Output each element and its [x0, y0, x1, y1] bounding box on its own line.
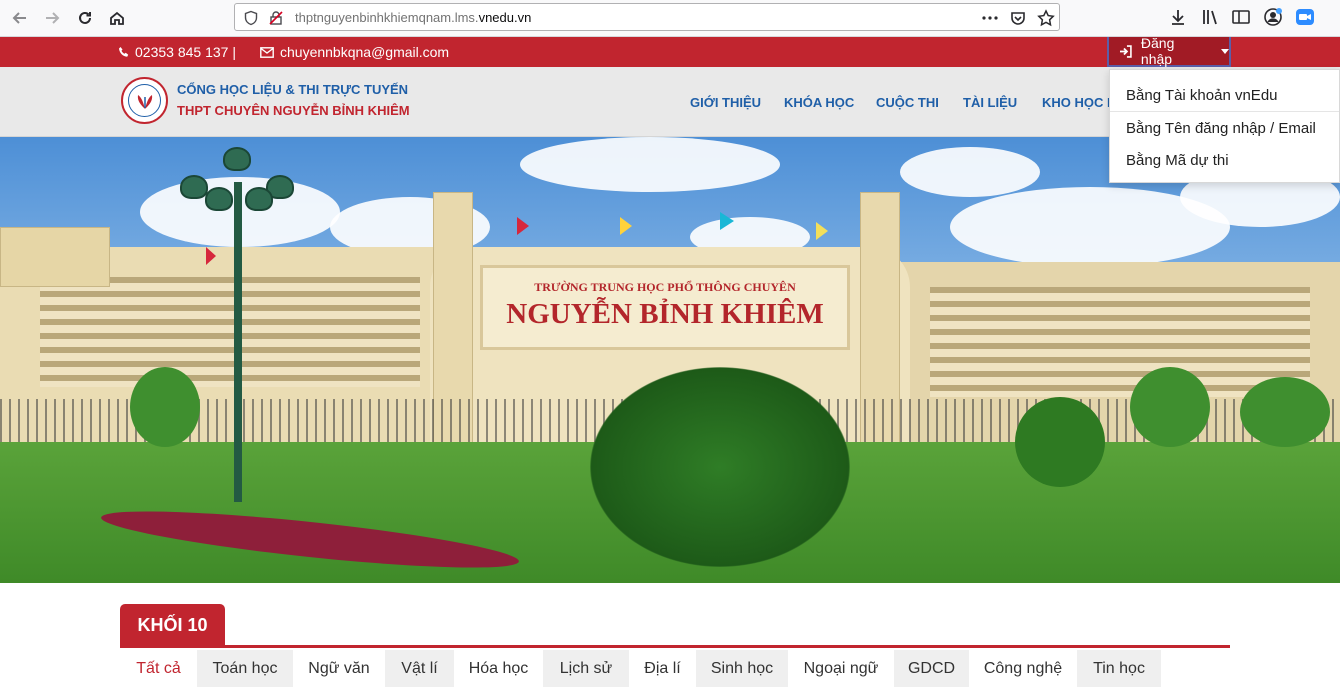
subject-tab-tin-hoc[interactable]: Tin học: [1077, 650, 1161, 687]
email-contact[interactable]: chuyennbkqna@gmail.com: [260, 44, 449, 60]
subject-tab-dia-li[interactable]: Địa lí: [629, 650, 696, 687]
sidebar-icon[interactable]: [1231, 7, 1251, 27]
phone-text: 02353 845 137 |: [135, 44, 236, 60]
brand-title[interactable]: CỔNG HỌC LIỆU & THI TRỰC TUYẾN: [177, 82, 408, 97]
back-icon[interactable]: [6, 4, 34, 32]
forward-icon[interactable]: [38, 4, 66, 32]
phone-icon: [119, 47, 129, 57]
url-bar[interactable]: thptnguyenbinhkhiemqnam.lms.vnedu.vn: [234, 3, 1060, 31]
subject-tab-gdcd[interactable]: GDCD: [894, 650, 969, 687]
envelope-icon: [260, 46, 274, 58]
nav-kho-hoc-lieu[interactable]: KHO HỌC LI: [1042, 95, 1119, 110]
url-text: thptnguyenbinhkhiemqnam.lms.vnedu.vn: [295, 10, 532, 25]
pocket-icon[interactable]: [1009, 9, 1027, 27]
subject-tab-all[interactable]: Tất cả: [120, 650, 197, 687]
subject-tab-sinh-hoc[interactable]: Sinh học: [696, 650, 788, 687]
shield-icon[interactable]: [243, 10, 259, 26]
nav-khoa-hoc[interactable]: KHÓA HỌC: [784, 95, 854, 110]
library-icon[interactable]: [1200, 7, 1220, 27]
download-icon[interactable]: [1168, 7, 1188, 27]
nav-cuoc-thi[interactable]: CUỘC THI: [876, 95, 939, 110]
grade-divider: [120, 645, 1230, 648]
subject-tab-ngu-van[interactable]: Ngữ văn: [293, 650, 385, 687]
login-button[interactable]: Đăng nhập: [1107, 35, 1231, 67]
login-option-vnedu[interactable]: Bằng Tài khoản vnEdu: [1126, 87, 1278, 104]
brand-subtitle[interactable]: THPT CHUYÊN NGUYỄN BỈNH KHIÊM: [177, 103, 410, 118]
login-option-exam-code[interactable]: Bằng Mã dự thi: [1126, 152, 1229, 169]
email-text: chuyennbkqna@gmail.com: [280, 44, 450, 60]
gate-sign-big: NGUYỄN BỈNH KHIÊM: [506, 298, 824, 330]
insecure-lock-icon[interactable]: [268, 10, 284, 26]
school-logo[interactable]: [121, 77, 168, 124]
phone-contact: 02353 845 137 |: [118, 44, 236, 60]
nav-tai-lieu[interactable]: TÀI LIỆU: [963, 95, 1017, 110]
account-icon[interactable]: [1263, 7, 1283, 27]
sign-in-icon: [1119, 44, 1132, 58]
browser-toolbar: thptnguyenbinhkhiemqnam.lms.vnedu.vn: [0, 0, 1340, 37]
gate-sign-small: TRƯỜNG TRUNG HỌC PHỔ THÔNG CHUYÊN: [534, 280, 796, 294]
subject-tab-lich-su[interactable]: Lịch sử: [543, 650, 629, 687]
video-extension-icon[interactable]: [1295, 7, 1315, 27]
more-actions-icon[interactable]: [981, 9, 999, 27]
subject-tab-cong-nghe[interactable]: Công nghệ: [969, 650, 1077, 687]
login-dropdown-menu: Bằng Tài khoản vnEdu Bằng Tên đăng nhập …: [1109, 69, 1340, 183]
subject-tab-vat-li[interactable]: Vật lí: [385, 650, 454, 687]
subject-tab-toan-hoc[interactable]: Toán học: [197, 650, 293, 687]
login-option-username-email[interactable]: Bằng Tên đăng nhập / Email: [1126, 120, 1316, 137]
caret-down-icon: [1221, 48, 1229, 54]
subject-tab-ngoai-ngu[interactable]: Ngoại ngữ: [788, 650, 894, 687]
school-gate-sign: TRƯỜNG TRUNG HỌC PHỔ THÔNG CHUYÊN NGUYỄN…: [480, 265, 850, 350]
hero-banner: TRƯỜNG TRUNG HỌC PHỔ THÔNG CHUYÊN NGUYỄN…: [0, 137, 1340, 583]
reload-icon[interactable]: [71, 4, 99, 32]
bookmark-star-icon[interactable]: [1037, 9, 1055, 27]
home-icon[interactable]: [103, 4, 131, 32]
subject-tab-hoa-hoc[interactable]: Hóa học: [454, 650, 543, 687]
grade-tab[interactable]: KHỐI 10: [120, 604, 225, 646]
nav-gioi-thieu[interactable]: GIỚI THIỆU: [690, 95, 761, 110]
login-label: Đăng nhập: [1140, 35, 1175, 67]
